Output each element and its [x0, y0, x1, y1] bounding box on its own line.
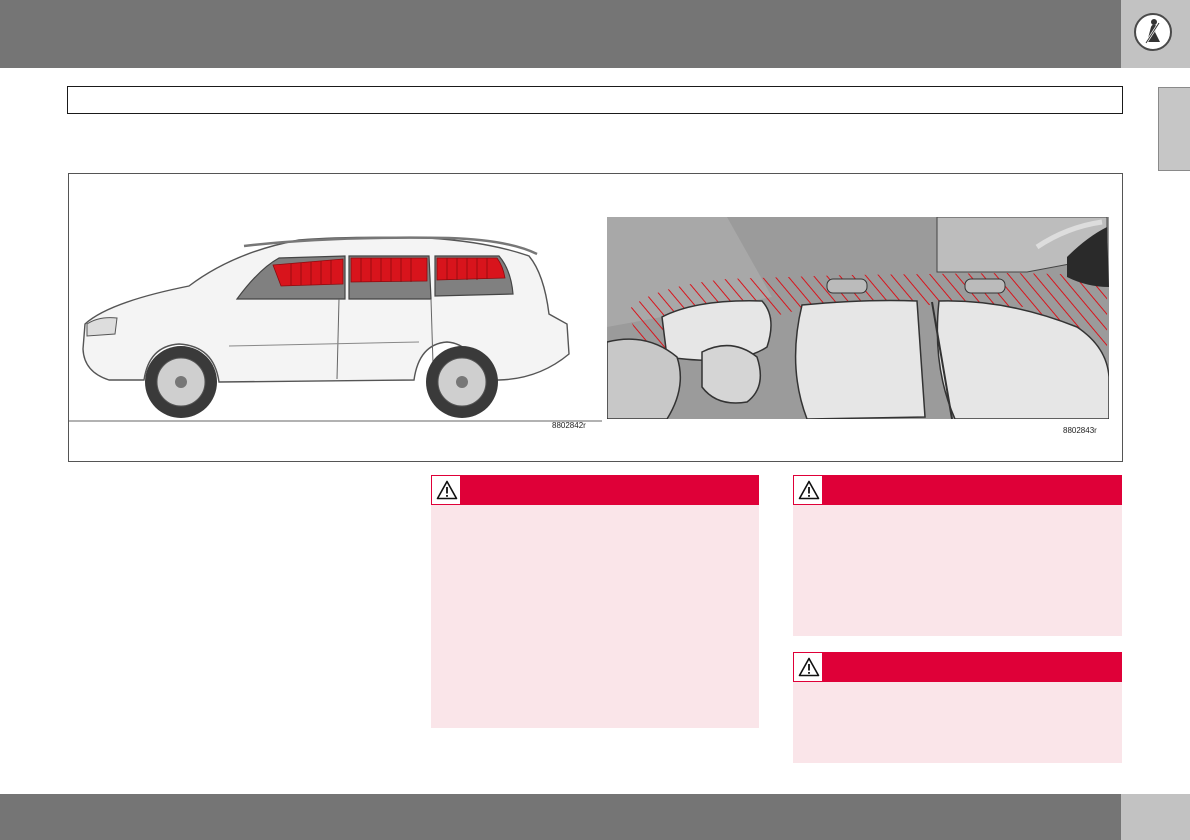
warning-text: [431, 505, 759, 521]
figure-code-right: 8802843r: [1063, 426, 1097, 435]
warning-triangle-icon: [793, 475, 823, 505]
seatbelt-person-icon: [1134, 13, 1172, 51]
section-title-box: [67, 86, 1123, 114]
warning-triangle-icon: [431, 475, 461, 505]
top-header-bar: [0, 0, 1121, 68]
warning-triangle-icon: [793, 652, 823, 682]
figure-code-left: 8802842r: [552, 421, 586, 430]
car-side-illustration: [69, 236, 602, 422]
warning-box: [431, 475, 759, 728]
interior-headliner-illustration: [607, 217, 1109, 419]
warning-header: [431, 475, 759, 505]
illustration-panel: 8802842r 8802843r: [68, 173, 1123, 462]
front-wheel: [145, 346, 217, 418]
warning-header: [793, 652, 1122, 682]
bottom-footer-bar: [0, 794, 1121, 840]
page-number-corner: [1121, 794, 1190, 840]
section-corner: [1121, 0, 1190, 68]
warning-text: [793, 505, 1122, 521]
warning-box: [793, 652, 1122, 763]
warning-box: [793, 475, 1122, 636]
warning-text: [793, 682, 1122, 698]
warning-header: [793, 475, 1122, 505]
rear-wheel: [426, 346, 498, 418]
chapter-tab[interactable]: [1158, 87, 1190, 171]
